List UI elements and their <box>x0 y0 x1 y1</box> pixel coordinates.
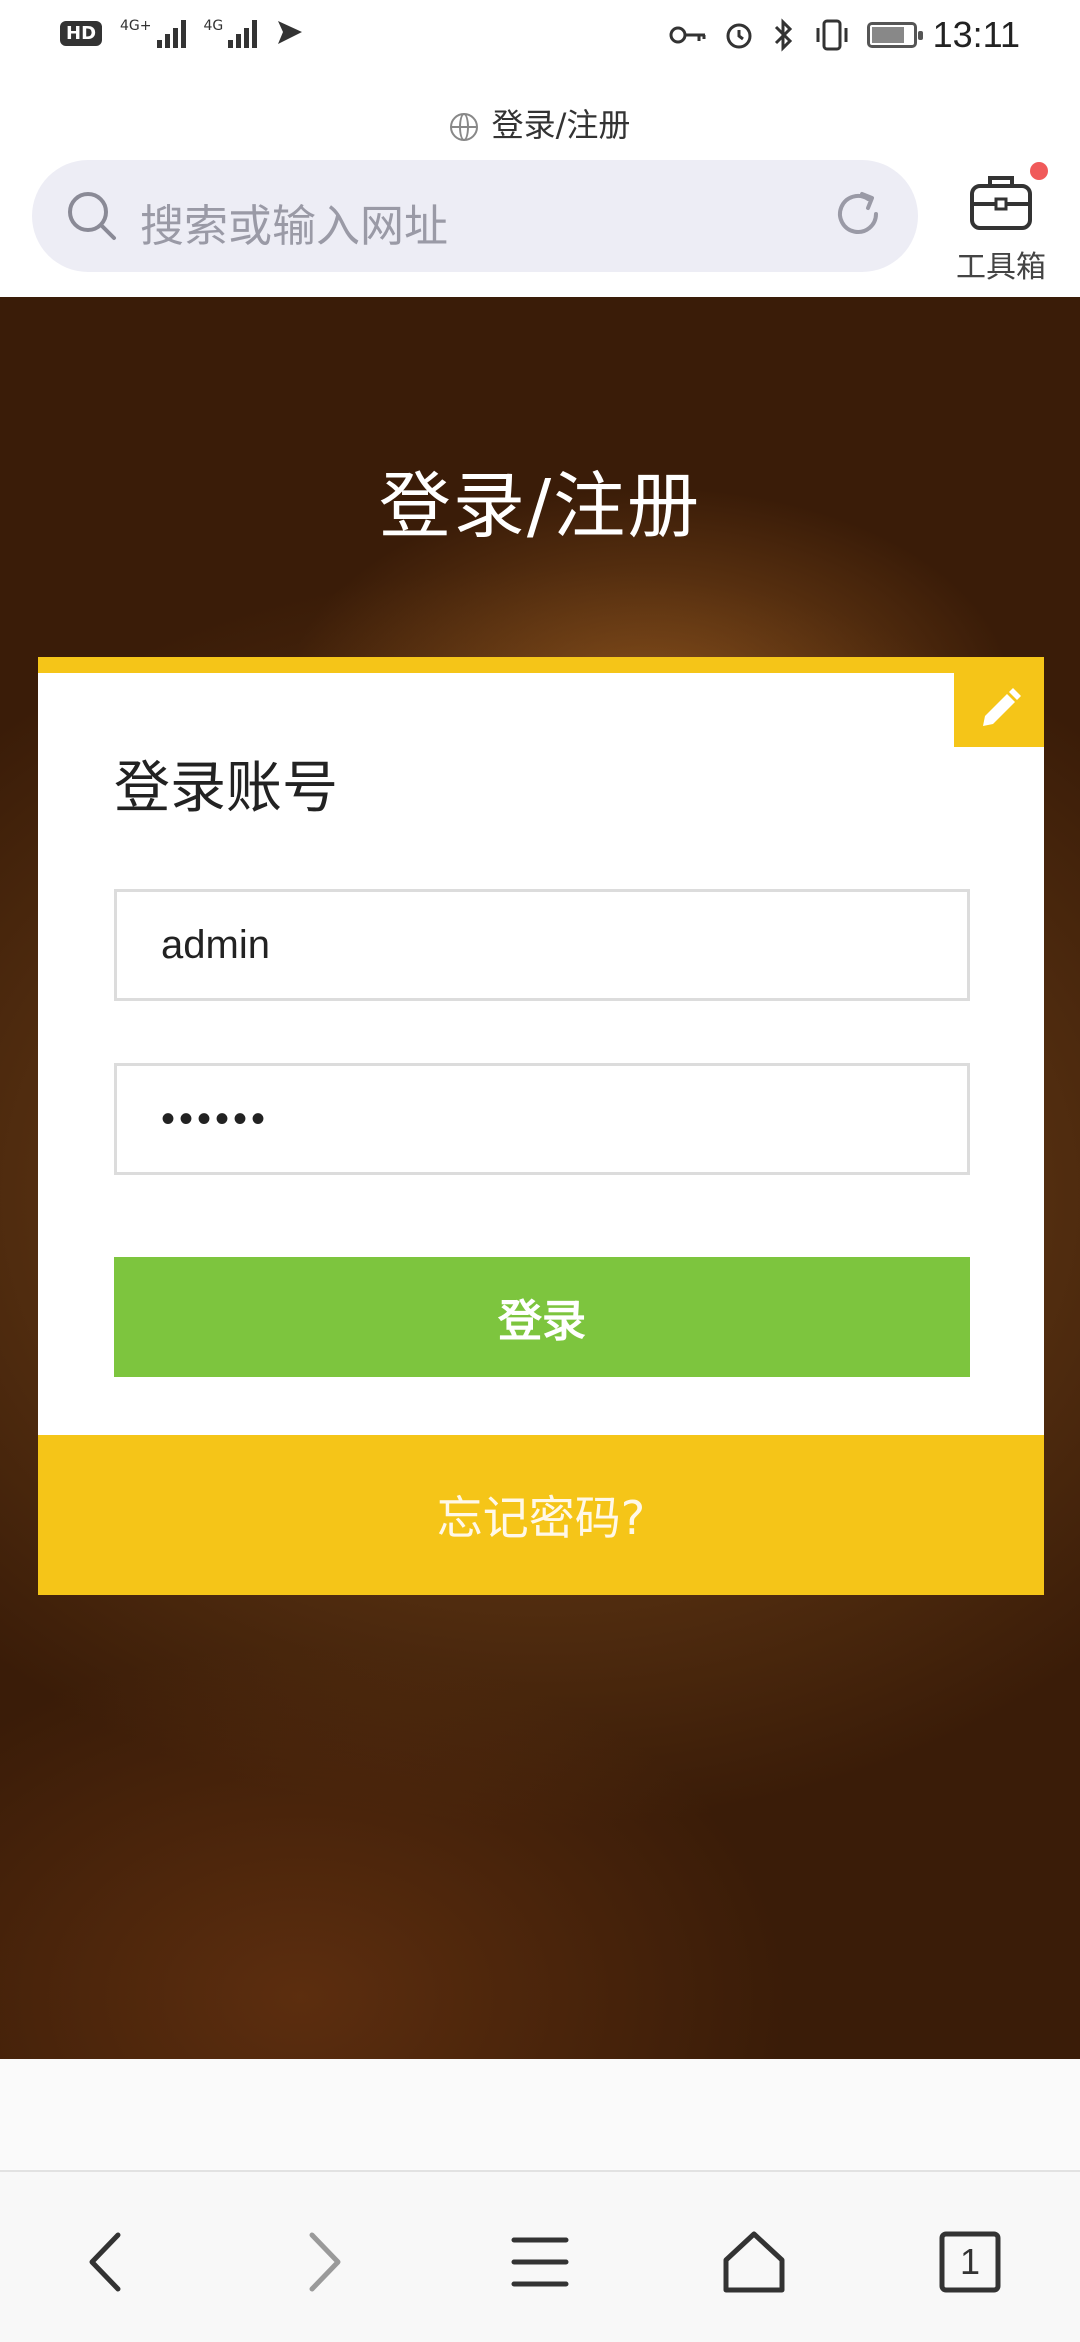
page-title: 登录/注册 <box>378 464 702 548</box>
password-field[interactable]: •••••• <box>114 1063 970 1175</box>
menu-icon <box>511 2237 569 2287</box>
search-icon <box>68 192 116 240</box>
vibrate-icon <box>816 19 848 51</box>
forward-button[interactable] <box>284 2222 364 2302</box>
reload-icon[interactable] <box>828 184 888 244</box>
browser-toolbar: 登录/注册 搜索或输入网址 工具箱 <box>0 80 1080 297</box>
login-button[interactable]: 登录 <box>114 1257 970 1377</box>
address-bar[interactable]: 搜索或输入网址 <box>32 160 918 272</box>
notification-dot <box>1030 162 1048 180</box>
toolbox-label: 工具箱 <box>956 250 1046 285</box>
back-button[interactable] <box>66 2222 146 2302</box>
send-icon <box>278 21 303 44</box>
card-footer: 忘记密码? <box>38 1435 1044 1595</box>
blank-strip <box>0 2059 1080 2169</box>
card-heading: 登录账号 <box>114 756 338 821</box>
browser-page-title: 登录/注册 <box>0 100 1080 146</box>
toolbox-button[interactable]: 工具箱 <box>946 160 1056 285</box>
username-value: admin <box>161 922 270 967</box>
username-field[interactable]: admin <box>114 889 970 1001</box>
key-icon <box>669 26 706 44</box>
status-right: 13:11 <box>669 14 1020 56</box>
status-left: HD 4G+ 4G <box>60 18 305 48</box>
pencil-icon <box>983 688 1021 726</box>
back-icon <box>89 2232 121 2292</box>
alarm-icon <box>726 23 752 49</box>
status-bar: HD 4G+ 4G 13:11 <box>0 0 1080 80</box>
menu-button[interactable] <box>500 2222 580 2302</box>
globe-icon <box>449 113 478 141</box>
forward-icon <box>309 2232 341 2292</box>
edit-corner[interactable] <box>954 673 1044 747</box>
toolbox-icon <box>970 176 1032 230</box>
bluetooth-icon <box>774 18 792 52</box>
password-value: •••••• <box>161 1096 270 1141</box>
hd-badge: HD <box>60 20 103 46</box>
clock: 13:11 <box>932 14 1020 55</box>
login-card: 登录账号 admin •••••• 登录 忘记密码? <box>38 657 1044 1595</box>
address-placeholder[interactable]: 搜索或输入网址 <box>140 190 448 254</box>
tabs-count: 1 <box>959 2241 981 2282</box>
battery-icon <box>866 22 923 48</box>
tabs-button[interactable]: 1 <box>930 2222 1010 2302</box>
signal-icon-sim2: 4G <box>204 18 258 48</box>
web-content: 登录/注册 登录账号 admin •••••• 登录 忘记密码? <box>0 297 1080 2059</box>
home-button[interactable] <box>714 2222 794 2302</box>
browser-bottom-nav: 1 <box>0 2170 1080 2342</box>
forgot-password-link[interactable]: 忘记密码? <box>437 1482 645 1548</box>
home-icon <box>723 2231 785 2293</box>
signal-icon-sim1: 4G+ <box>120 18 186 48</box>
